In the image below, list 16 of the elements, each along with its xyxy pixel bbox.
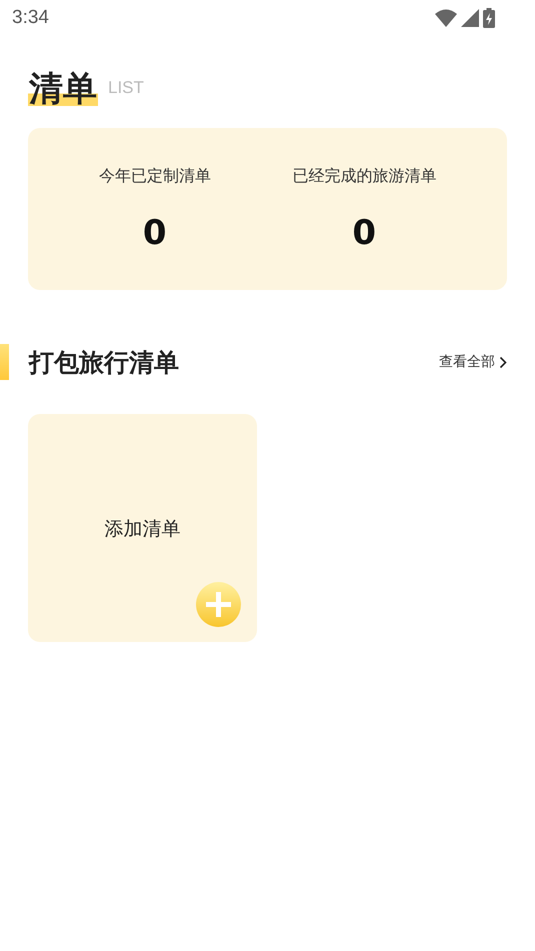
plus-icon[interactable]	[196, 582, 241, 627]
stat-value: 0	[142, 212, 167, 252]
battery-icon	[483, 8, 495, 28]
signal-icon	[461, 9, 479, 27]
add-list-card[interactable]: 添加清单	[28, 414, 257, 642]
wifi-icon	[435, 9, 457, 27]
stat-label: 今年已定制清单	[98, 166, 211, 186]
page-subtitle: LIST	[108, 78, 144, 98]
section-title: 打包旅行清单	[29, 346, 180, 378]
stat-label: 已经完成的旅游清单	[292, 166, 436, 186]
section-accent-bar	[0, 344, 9, 380]
stat-value: 0	[352, 212, 376, 252]
chevron-right-icon	[499, 356, 507, 368]
view-all-link[interactable]: 查看全部	[439, 353, 507, 371]
add-list-label: 添加清单	[104, 517, 180, 542]
status-time: 3:34	[12, 7, 49, 29]
